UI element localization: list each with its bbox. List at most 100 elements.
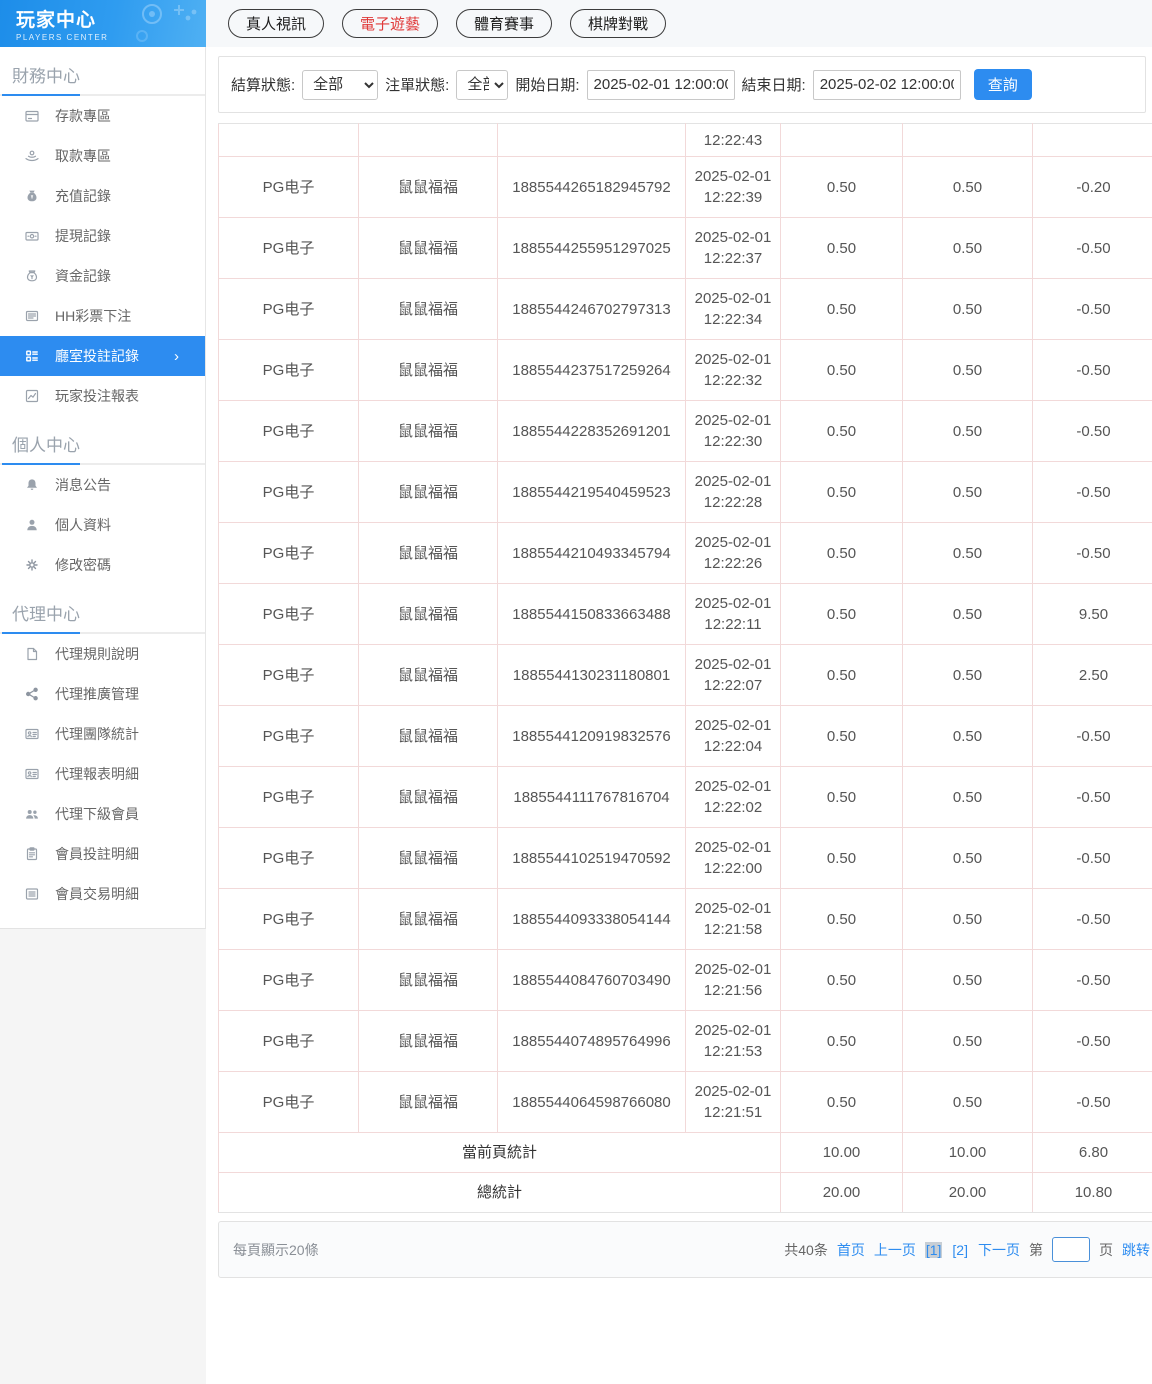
order-status-select[interactable]: 全部 bbox=[456, 69, 509, 100]
jump-suffix-label: 页 bbox=[1099, 1241, 1113, 1258]
tab-sports-events[interactable]: 體育賽事 bbox=[456, 9, 553, 38]
table-row: PG电子 鼠鼠福福 1885544265182945792 2025-02-01 12:… bbox=[218, 156, 1152, 218]
document-icon bbox=[24, 646, 40, 662]
prev-page-link[interactable]: 上一页 bbox=[874, 1240, 916, 1260]
main-content: 真人視訊 電子遊藝 體育賽事 棋牌對戰 結算狀態: 全部 注單狀態: 全部 開始日期:… bbox=[206, 0, 1152, 1384]
sidebar-item-deposit[interactable]: 存款專區 bbox=[0, 96, 205, 136]
sidebar-item-withdraw[interactable]: 取款專區 bbox=[0, 136, 205, 176]
moneybag-icon bbox=[24, 188, 40, 204]
time-cell: 2025-02-01 12:22:02 bbox=[685, 766, 781, 828]
sidebar-item-recharge-record[interactable]: 充值記錄 bbox=[0, 176, 205, 216]
page-link[interactable]: [2] bbox=[951, 1242, 969, 1258]
sidebar-item-withdraw-record[interactable]: 提現記錄 bbox=[0, 216, 205, 256]
game-cell: 鼠鼠福福 bbox=[358, 339, 498, 401]
end-date-input[interactable] bbox=[812, 69, 961, 100]
share-icon bbox=[24, 686, 40, 702]
next-page-link[interactable]: 下一页 bbox=[978, 1240, 1020, 1260]
game-cell: 鼠鼠福福 bbox=[358, 949, 498, 1011]
game-cell: 鼠鼠福福 bbox=[358, 278, 498, 340]
valid-cell: 0.50 bbox=[902, 1010, 1033, 1072]
summary-winloss-cell: 10.80 bbox=[1032, 1172, 1152, 1213]
order-id-cell: 1885544228352691201 bbox=[497, 400, 686, 462]
sidebar-item-change-password[interactable]: 修改密碼 bbox=[0, 545, 205, 585]
table-row: PG电子 鼠鼠福福 1885544150833663488 2025-02-01 12:… bbox=[218, 583, 1152, 645]
sidebar-item-label: 會員交易明細 bbox=[55, 886, 139, 902]
venue-cell: PG电子 bbox=[218, 766, 359, 828]
sidebar-item-member-transaction-detail[interactable]: 會員交易明細 bbox=[0, 874, 205, 914]
bet-cell: 0.50 bbox=[780, 217, 903, 279]
time-cell: 2025-02-01 12:22:39 bbox=[685, 156, 781, 218]
bell-icon bbox=[24, 477, 40, 493]
time-cell: 12:22:43 bbox=[685, 123, 781, 157]
chevron-right-icon: › bbox=[174, 347, 179, 365]
table-row: PG电子 鼠鼠福福 1885544093338054144 2025-02-01 12:… bbox=[218, 888, 1152, 950]
bet-cell: 0.50 bbox=[780, 583, 903, 645]
section-title: 代理中心 bbox=[12, 605, 80, 624]
bet-cell: 0.50 bbox=[780, 949, 903, 1011]
sidebar-item-member-bet-detail[interactable]: 會員投註明細 bbox=[0, 834, 205, 874]
sidebar-item-agent-team-stats[interactable]: 代理團隊統計 bbox=[0, 714, 205, 754]
sidebar-item-profile[interactable]: 個人資料 bbox=[0, 505, 205, 545]
game-cell: 鼠鼠福福 bbox=[358, 705, 498, 767]
time-cell: 2025-02-01 12:22:30 bbox=[685, 400, 781, 462]
sidebar-item-agent-sub-members[interactable]: 代理下級會員 bbox=[0, 794, 205, 834]
bet-table-body: 12:22:43 PG电子 鼠鼠福福 1885544265182945792 2025-… bbox=[218, 123, 1152, 1213]
sidebar-item-label: 代理報表明細 bbox=[55, 766, 139, 782]
first-page-link[interactable]: 首页 bbox=[837, 1240, 865, 1260]
table-row: PG电子 鼠鼠福福 1885544084760703490 2025-02-01 12:… bbox=[218, 949, 1152, 1011]
jump-button[interactable]: 跳转 bbox=[1122, 1240, 1150, 1260]
bet-cell: 0.50 bbox=[780, 888, 903, 950]
summary-bet-cell: 20.00 bbox=[780, 1172, 903, 1213]
valid-cell: 0.50 bbox=[902, 278, 1033, 340]
tab-board-games[interactable]: 棋牌對戰 bbox=[570, 9, 667, 38]
sidebar-item-label: 代理下級會員 bbox=[55, 806, 139, 822]
sidebar-item-agent-promotion[interactable]: 代理推廣管理 bbox=[0, 674, 205, 714]
search-button[interactable]: 查詢 bbox=[973, 69, 1032, 100]
jump-page-input[interactable] bbox=[1052, 1237, 1090, 1262]
sidebar-item-hall-bet-record[interactable]: 廳室投註記錄 › bbox=[0, 336, 205, 376]
order-id-cell: 1885544150833663488 bbox=[497, 583, 686, 645]
game-cell: 鼠鼠福福 bbox=[358, 888, 498, 950]
table-row: PG电子 鼠鼠福福 1885544228352691201 2025-02-01 12:… bbox=[218, 400, 1152, 462]
venue-cell: PG电子 bbox=[218, 827, 359, 889]
sidebar-item-agent-rules[interactable]: 代理規則說明 bbox=[0, 634, 205, 674]
time-cell: 2025-02-01 12:22:34 bbox=[685, 278, 781, 340]
tab-electronic-games[interactable]: 電子遊藝 bbox=[342, 9, 439, 38]
time-cell: 2025-02-01 12:22:11 bbox=[685, 583, 781, 645]
game-cell: 鼠鼠福福 bbox=[358, 522, 498, 584]
sidebar-item-announcements[interactable]: 消息公告 bbox=[0, 465, 205, 505]
sidebar-item-label: HH彩票下注 bbox=[55, 308, 132, 324]
order-id-cell: 1885544084760703490 bbox=[497, 949, 686, 1011]
sidebar: 玩家中心 PLAYERS CENTER 財務中心 存款專區 取款專區 充值記錄 提現記錄… bbox=[0, 0, 206, 1384]
order-id-cell bbox=[497, 123, 686, 157]
table-row: PG电子 鼠鼠福福 1885544064598766080 2025-02-01 12:… bbox=[218, 1071, 1152, 1133]
order-id-cell: 1885544210493345794 bbox=[497, 522, 686, 584]
jump-prefix-label: 第 bbox=[1029, 1241, 1043, 1258]
bet-cell: 0.50 bbox=[780, 705, 903, 767]
game-cell: 鼠鼠福福 bbox=[358, 766, 498, 828]
total-summary-row: 總統計 20.00 20.00 10.80 bbox=[218, 1172, 1152, 1213]
bet-cell: 0.50 bbox=[780, 461, 903, 523]
sidebar-item-label: 存款專區 bbox=[55, 108, 111, 124]
sidebar-item-funds-record[interactable]: 資金記錄 bbox=[0, 256, 205, 296]
sidebar-item-label: 充值記錄 bbox=[55, 188, 111, 204]
tab-real-video[interactable]: 真人視訊 bbox=[228, 9, 325, 38]
sidebar-item-hh-lottery-bet[interactable]: HH彩票下注 bbox=[0, 296, 205, 336]
sidebar-item-label: 廳室投註記錄 bbox=[55, 348, 139, 364]
start-date-input[interactable] bbox=[586, 69, 735, 100]
order-id-cell: 1885544102519470592 bbox=[497, 827, 686, 889]
winloss-cell: -0.20 bbox=[1032, 156, 1152, 218]
page-link-current[interactable]: [1] bbox=[924, 1241, 943, 1258]
sidebar-item-agent-report-detail[interactable]: 代理報表明細 bbox=[0, 754, 205, 794]
clipboard-icon bbox=[24, 846, 40, 862]
order-id-cell: 1885544255951297025 bbox=[497, 217, 686, 279]
table-row-partial: 12:22:43 bbox=[218, 123, 1152, 157]
settle-status-select[interactable]: 全部 bbox=[302, 69, 379, 100]
bet-cell: 0.50 bbox=[780, 766, 903, 828]
winloss-cell: -0.50 bbox=[1032, 522, 1152, 584]
venue-cell: PG电子 bbox=[218, 278, 359, 340]
sidebar-item-player-bet-report[interactable]: 玩家投注報表 bbox=[0, 376, 205, 416]
bet-cell: 0.50 bbox=[780, 156, 903, 218]
venue-cell: PG电子 bbox=[218, 1010, 359, 1072]
venue-cell bbox=[218, 123, 359, 157]
